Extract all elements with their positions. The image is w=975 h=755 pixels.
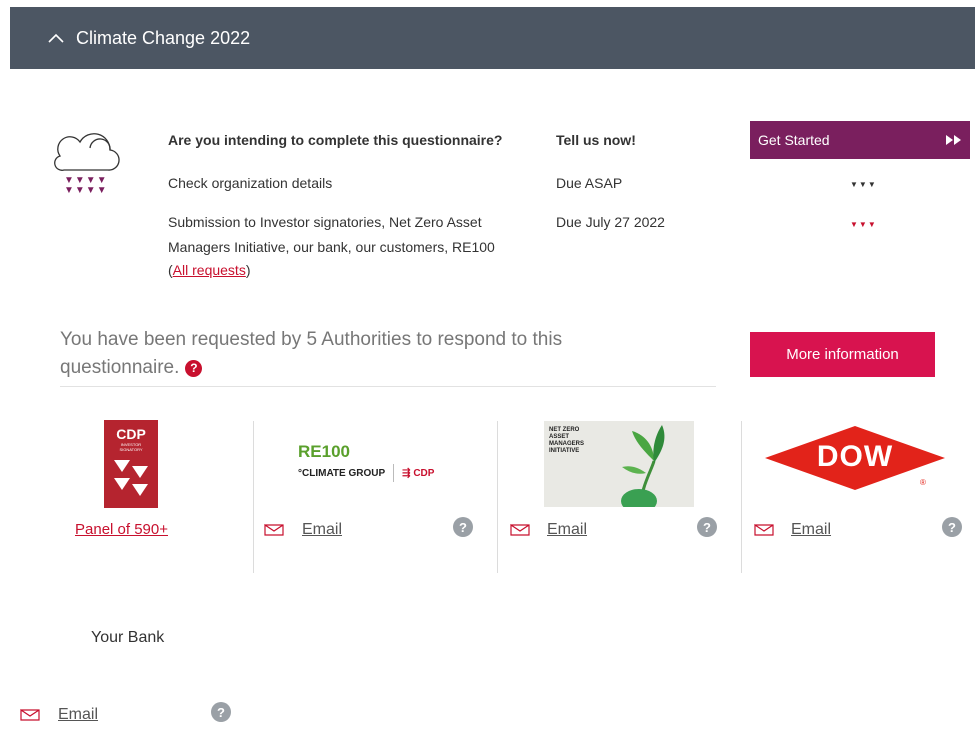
email-icon [264,523,284,536]
cdp-logo: CDP INVESTOR SIGNATORY [104,420,158,508]
email-icon [754,523,774,536]
double-chevron-right-icon [946,135,961,145]
re100-logo: RE100 °CLIMATE GROUP ⇶ CDP [298,442,434,482]
submission-line-1: Submission to Investor signatories, Net … [168,214,482,230]
email-icon [510,523,530,536]
due-asap: Due ASAP [556,175,623,191]
help-icon[interactable]: ? [697,517,717,537]
submission-line-2: Managers Initiative, our bank, our custo… [168,239,495,255]
help-icon[interactable]: ? [453,517,473,537]
email-link-net-zero[interactable]: Email [547,521,587,539]
column-divider [497,421,498,573]
more-information-label: More information [786,346,899,363]
check-org-details: Check organization details [168,175,333,191]
net-zero-logo: NET ZERO ASSET MANAGERS INITIATIVE [544,421,694,507]
help-icon[interactable]: ? [211,702,231,722]
chevron-up-icon [48,33,64,43]
authorities-intro: You have been requested by 5 Authorities… [60,329,563,378]
email-icon [20,708,40,721]
your-bank-label: Your Bank [91,629,165,646]
all-requests-wrapper: (All requests) [168,262,251,278]
dow-logo-text: DOW [816,440,894,473]
all-requests-link[interactable]: All requests [173,262,246,278]
panel-link-wrapper: Panel of 590+ [75,521,168,538]
email-link-re100[interactable]: Email [302,521,342,539]
dow-registered: ® [920,478,926,487]
cloud-rain-icon: ▼▼▼▼ ▼▼▼▼ [50,128,125,203]
column-divider [741,421,742,573]
email-link-dow[interactable]: Email [791,521,831,539]
get-started-button[interactable]: Get Started [750,121,970,159]
questionnaire-header[interactable]: Climate Change 2022 [10,7,975,69]
status-dots-icon: ▼▼▼ [850,180,877,189]
questionnaire-title: Climate Change 2022 [76,27,251,48]
column-divider [253,421,254,573]
help-red-icon[interactable]: ? [185,359,203,377]
status-dots-red-icon: ▼▼▼ [850,220,877,229]
help-icon[interactable]: ? [942,517,962,537]
more-information-button[interactable]: More information [750,332,935,377]
questionnaire-question: Are you intending to complete this quest… [168,132,503,148]
divider [60,386,716,387]
panel-link[interactable]: Panel of 590+ [75,521,168,538]
due-date: Due July 27 2022 [556,214,665,230]
email-link-bank[interactable]: Email [58,706,98,724]
get-started-label: Get Started [758,132,830,148]
tell-us-now-label: Tell us now! [556,132,636,148]
